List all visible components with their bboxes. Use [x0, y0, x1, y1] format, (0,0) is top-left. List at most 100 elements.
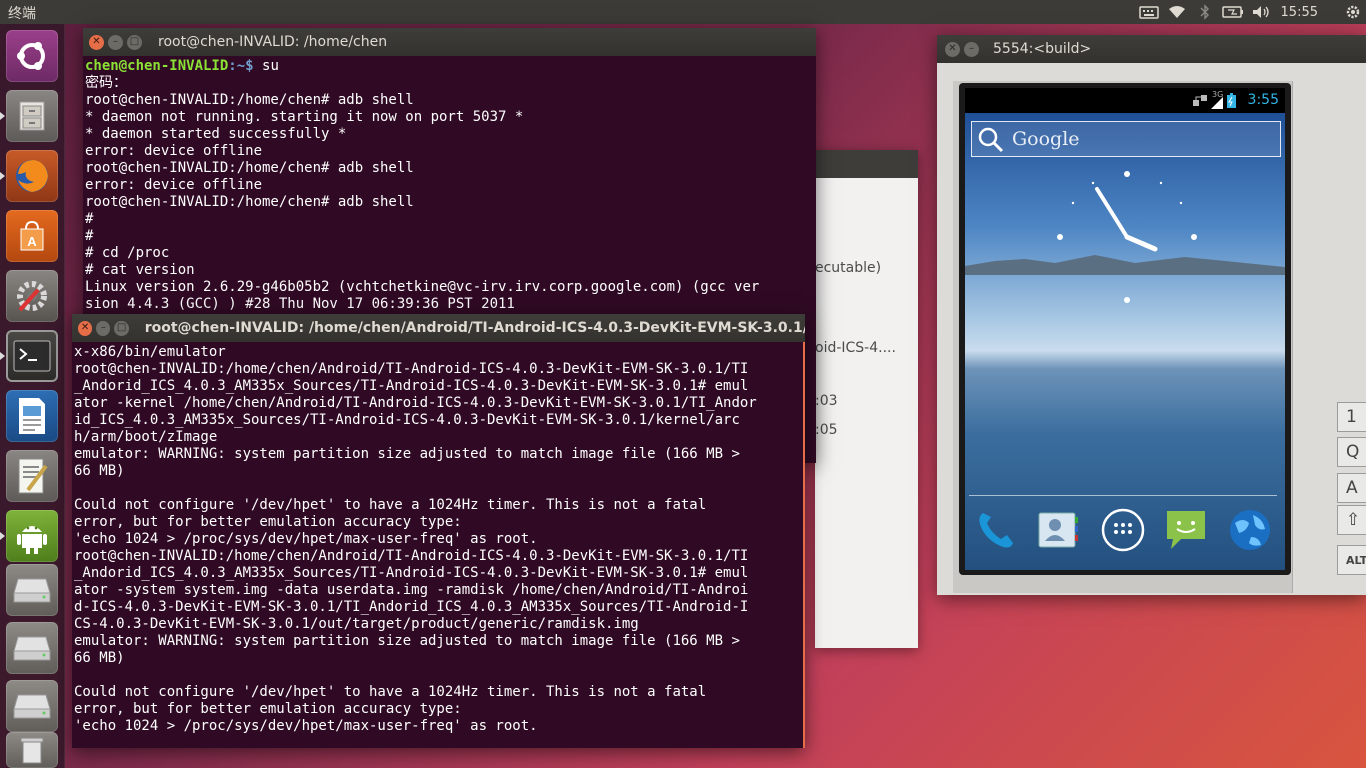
prompt-path: :~$: [228, 58, 254, 74]
key-a[interactable]: A: [1337, 473, 1366, 503]
app-drawer-icon[interactable]: [1100, 507, 1146, 553]
bluetooth-indicator[interactable]: [1191, 0, 1219, 24]
network-activity-icon: [1193, 95, 1207, 106]
terminal-line: error, but for better emulation accuracy…: [74, 514, 462, 530]
google-search-widget[interactable]: Google: [971, 121, 1281, 157]
hard-drive-icon: [13, 694, 51, 719]
key-q[interactable]: Q: [1337, 437, 1366, 467]
file-accessed-label: :05: [815, 422, 838, 438]
minimize-button[interactable]: –: [964, 41, 979, 57]
trash-icon: [20, 737, 44, 764]
terminal-line: root@chen-INVALID:/home/chen# adb shell: [85, 92, 414, 108]
close-button[interactable]: ✕: [945, 41, 960, 57]
home-wallpaper[interactable]: Google: [965, 113, 1285, 570]
launcher-drive-1[interactable]: [6, 564, 58, 616]
close-button[interactable]: ✕: [89, 34, 104, 50]
terminal-line: _Andorid_ICS_4.0.3_AM335x_Sources/TI-And…: [74, 565, 749, 581]
key-alt[interactable]: ALT: [1337, 545, 1366, 575]
launcher-files[interactable]: [0, 90, 58, 142]
keyboard-indicator[interactable]: [1135, 0, 1163, 24]
minimize-button[interactable]: –: [96, 320, 111, 336]
hard-drive-icon: [13, 578, 51, 603]
emulator-titlebar[interactable]: ✕ – 5554:<build>: [937, 35, 1366, 63]
terminal-line: CS-4.0.3-DevKit-EVM-SK-3.0.1/out/target/…: [74, 616, 639, 632]
terminal-line: _Andorid_ICS_4.0.3_AM335x_Sources/TI-And…: [74, 378, 749, 394]
terminal-line: * daemon started successfully *: [85, 126, 347, 142]
terminal-line: #: [85, 211, 94, 227]
terminal-line: 'echo 1024 > /proc/sys/dev/hpet/max-user…: [74, 531, 538, 547]
file-location-label: oid-ICS-4....: [815, 340, 896, 356]
launcher-system-settings[interactable]: [6, 270, 58, 322]
launcher-drive-2[interactable]: [6, 622, 58, 674]
prompt-user: chen@chen-INVALID: [85, 58, 229, 74]
landscape-mountains: [965, 255, 1285, 275]
launcher-drive-3[interactable]: [6, 680, 58, 732]
file-type-label: ecutable): [815, 260, 882, 276]
clock[interactable]: 15:55: [1275, 5, 1340, 20]
launcher-writer[interactable]: [6, 390, 58, 442]
phone-icon[interactable]: [973, 507, 1019, 553]
ubuntu-logo-icon: [17, 42, 45, 70]
messaging-icon[interactable]: [1163, 507, 1209, 553]
sound-indicator[interactable]: [1247, 0, 1275, 24]
file-window-titlebar[interactable]: [815, 150, 918, 178]
battery-indicator[interactable]: [1219, 0, 1247, 24]
maximize-button[interactable]: □: [114, 320, 129, 336]
terminal-icon: [13, 340, 51, 372]
key-1[interactable]: 1: [1337, 402, 1366, 432]
search-widget-label: Google: [1012, 128, 1080, 150]
launcher-android-sdk[interactable]: [0, 510, 58, 562]
terminal-home-titlebar[interactable]: ✕ – □ root@chen-INVALID: /home/chen: [83, 28, 816, 56]
browser-globe-icon[interactable]: [1227, 507, 1273, 553]
launcher-terminal[interactable]: [0, 330, 58, 382]
close-button[interactable]: ✕: [78, 320, 93, 336]
session-indicator[interactable]: [1340, 0, 1366, 24]
key-shift[interactable]: ⇧: [1337, 505, 1366, 535]
emulator-window[interactable]: ✕ – 5554:<build> 3G 3:55 Google: [937, 35, 1366, 595]
launcher-trash[interactable]: [6, 732, 58, 768]
emulator-keyboard: 1 Q A ⇧ ALT: [1337, 397, 1366, 577]
launcher-firefox[interactable]: [0, 150, 58, 202]
shopping-bag-icon: A: [20, 220, 44, 251]
maximize-button[interactable]: □: [127, 34, 142, 50]
battery-icon: [1221, 6, 1243, 18]
background-file-window[interactable]: ecutable) oid-ICS-4.... :03 :05: [815, 150, 918, 648]
android-status-bar[interactable]: 3G 3:55: [965, 88, 1285, 113]
svg-text:A: A: [27, 234, 37, 249]
terminal-lines: 密码： root@chen-INVALID:/home/chen# adb she…: [85, 75, 814, 313]
terminal-android-output[interactable]: x-x86/bin/emulator root@chen-INVALID:/hom…: [72, 342, 805, 748]
settings-wrench-icon: [17, 281, 47, 312]
terminal-line: d-ICS-4.0.3-DevKit-EVM-SK-3.0.1/TI_Andor…: [74, 599, 749, 615]
terminal-window-android[interactable]: ✕ – □ root@chen-INVALID: /home/chen/Andr…: [72, 314, 805, 748]
device-screen[interactable]: 3G 3:55 Google: [965, 88, 1285, 570]
terminal-line: #: [85, 228, 94, 244]
terminal-android-titlebar[interactable]: ✕ – □ root@chen-INVALID: /home/chen/Andr…: [72, 314, 805, 342]
terminal-line: ator -kernel /home/chen/Android/TI-Andro…: [74, 395, 757, 411]
bluetooth-icon: [1200, 4, 1209, 20]
contacts-icon[interactable]: [1035, 507, 1081, 553]
running-indicator: [0, 112, 5, 120]
file-modified-label: :03: [815, 393, 838, 409]
launcher-dash[interactable]: [6, 30, 58, 82]
minimize-button[interactable]: –: [108, 34, 123, 50]
launcher-text-editor[interactable]: [6, 450, 58, 502]
dock-divider: [969, 495, 1277, 496]
text-editor-icon: [18, 458, 48, 494]
terminal-line: x-x86/bin/emulator: [74, 344, 226, 360]
firefox-icon: [16, 160, 48, 192]
terminal-line: 密码：: [85, 75, 127, 91]
network-indicator[interactable]: [1163, 0, 1191, 24]
launcher-software-center[interactable]: A: [6, 210, 58, 262]
volume-icon: [1252, 6, 1269, 18]
terminal-line: emulator: WARNING: system partition size…: [74, 446, 740, 462]
file-cabinet-icon: [19, 101, 45, 131]
hard-drive-icon: [13, 636, 51, 661]
terminal-line: # cat version: [85, 262, 195, 278]
terminal-line: h/arm/boot/zImage: [74, 429, 218, 445]
terminal-line: * daemon not running. starting it now on…: [85, 109, 524, 125]
signal-icon: [1211, 97, 1223, 109]
analog-clock-widget[interactable]: [1047, 157, 1207, 317]
terminal-line: Linux version 2.6.29-g46b05b2 (vchtchetk…: [85, 279, 760, 295]
terminal-line: 66 MB): [74, 650, 125, 666]
